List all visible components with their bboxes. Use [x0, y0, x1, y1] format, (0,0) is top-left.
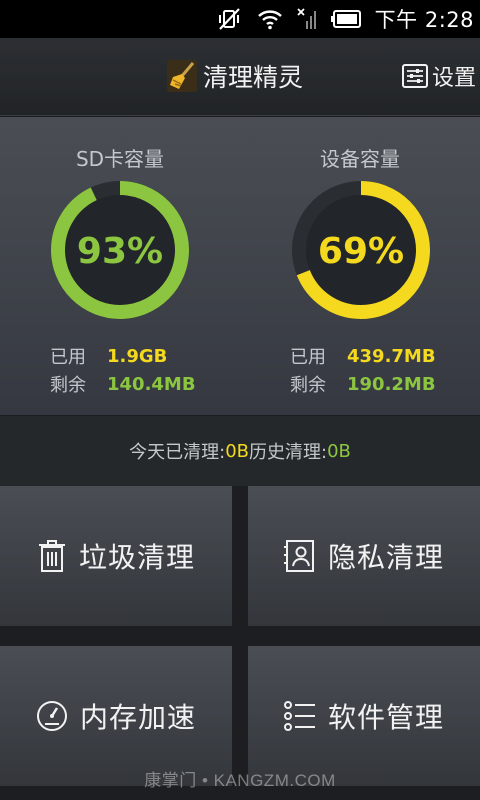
- used-label: 已用: [290, 347, 326, 368]
- privacy-clean-button[interactable]: 隐私清理: [248, 486, 480, 626]
- junk-clean-button[interactable]: 垃圾清理: [0, 486, 232, 626]
- free-value: 190.2MB: [347, 373, 436, 395]
- vibrate-off-icon: [218, 8, 240, 30]
- sd-card-free: 剩余 140.4MB: [50, 371, 196, 397]
- app-title-group: 清理精灵: [167, 58, 303, 94]
- app-header: 清理精灵 设置: [0, 38, 480, 116]
- status-icons: 下午 2:28: [217, 0, 474, 38]
- free-value: 140.4MB: [107, 373, 196, 395]
- privacy-clean-label: 隐私清理: [327, 541, 444, 574]
- settings-sliders-icon: [401, 64, 428, 88]
- list-icon: [283, 701, 315, 731]
- free-label: 剩余: [50, 375, 86, 396]
- memory-boost-label: 内存加速: [79, 701, 196, 734]
- battery-icon: [330, 10, 361, 28]
- device-storage: 设备容量 69% 已用 439.7MB 剩余 190.2MB: [240, 117, 480, 415]
- clock: 下午 2:28: [374, 8, 474, 32]
- history-cleaned-value: 0B: [327, 440, 351, 462]
- contact-card-icon: [283, 540, 314, 572]
- action-grid: 垃圾清理 隐私清理 内存加速 软件管理: [0, 486, 480, 800]
- sd-card-used: 已用 1.9GB: [50, 343, 167, 369]
- memory-boost-button[interactable]: 内存加速: [0, 646, 232, 786]
- page-title: 清理精灵: [203, 63, 304, 92]
- used-value: 1.9GB: [107, 345, 168, 367]
- settings-button[interactable]: 设置: [401, 60, 476, 92]
- used-label: 已用: [50, 347, 86, 368]
- storage-panel: SD卡容量 93% 已用 1.9GB 剩余 140.4MB 设备容量 69% 已…: [0, 117, 480, 415]
- junk-clean-label: 垃圾清理: [78, 541, 195, 574]
- app-manager-button[interactable]: 软件管理: [248, 646, 480, 786]
- wifi-icon: [257, 10, 282, 30]
- device-used: 已用 439.7MB: [290, 343, 436, 369]
- free-label: 剩余: [290, 375, 326, 396]
- sd-card-title: SD卡容量: [75, 147, 165, 171]
- trash-icon: [38, 540, 65, 572]
- broom-logo-icon: [167, 60, 197, 92]
- today-cleaned-label: 今天已清理:: [129, 442, 226, 463]
- settings-label: 设置: [431, 66, 476, 91]
- sd-card-storage: SD卡容量 93% 已用 1.9GB 剩余 140.4MB: [0, 117, 240, 415]
- status-bar: 下午 2:28: [0, 0, 480, 38]
- used-value: 439.7MB: [347, 345, 436, 367]
- watermark: 康掌门 • KANGZM.COM: [144, 771, 336, 790]
- speedometer-icon: [36, 701, 67, 731]
- device-storage-title: 设备容量: [320, 147, 400, 171]
- sd-card-percent: 93%: [76, 231, 164, 272]
- signal-no-sim-icon: [297, 8, 316, 29]
- app-manager-label: 软件管理: [327, 701, 444, 734]
- device-percent: 69%: [317, 231, 405, 272]
- clean-summary: 今天已清理: 0B 历史清理: 0B: [0, 416, 480, 486]
- today-cleaned-value: 0B: [225, 440, 249, 462]
- history-cleaned-label: 历史清理:: [249, 442, 328, 463]
- device-free: 剩余 190.2MB: [290, 371, 436, 397]
